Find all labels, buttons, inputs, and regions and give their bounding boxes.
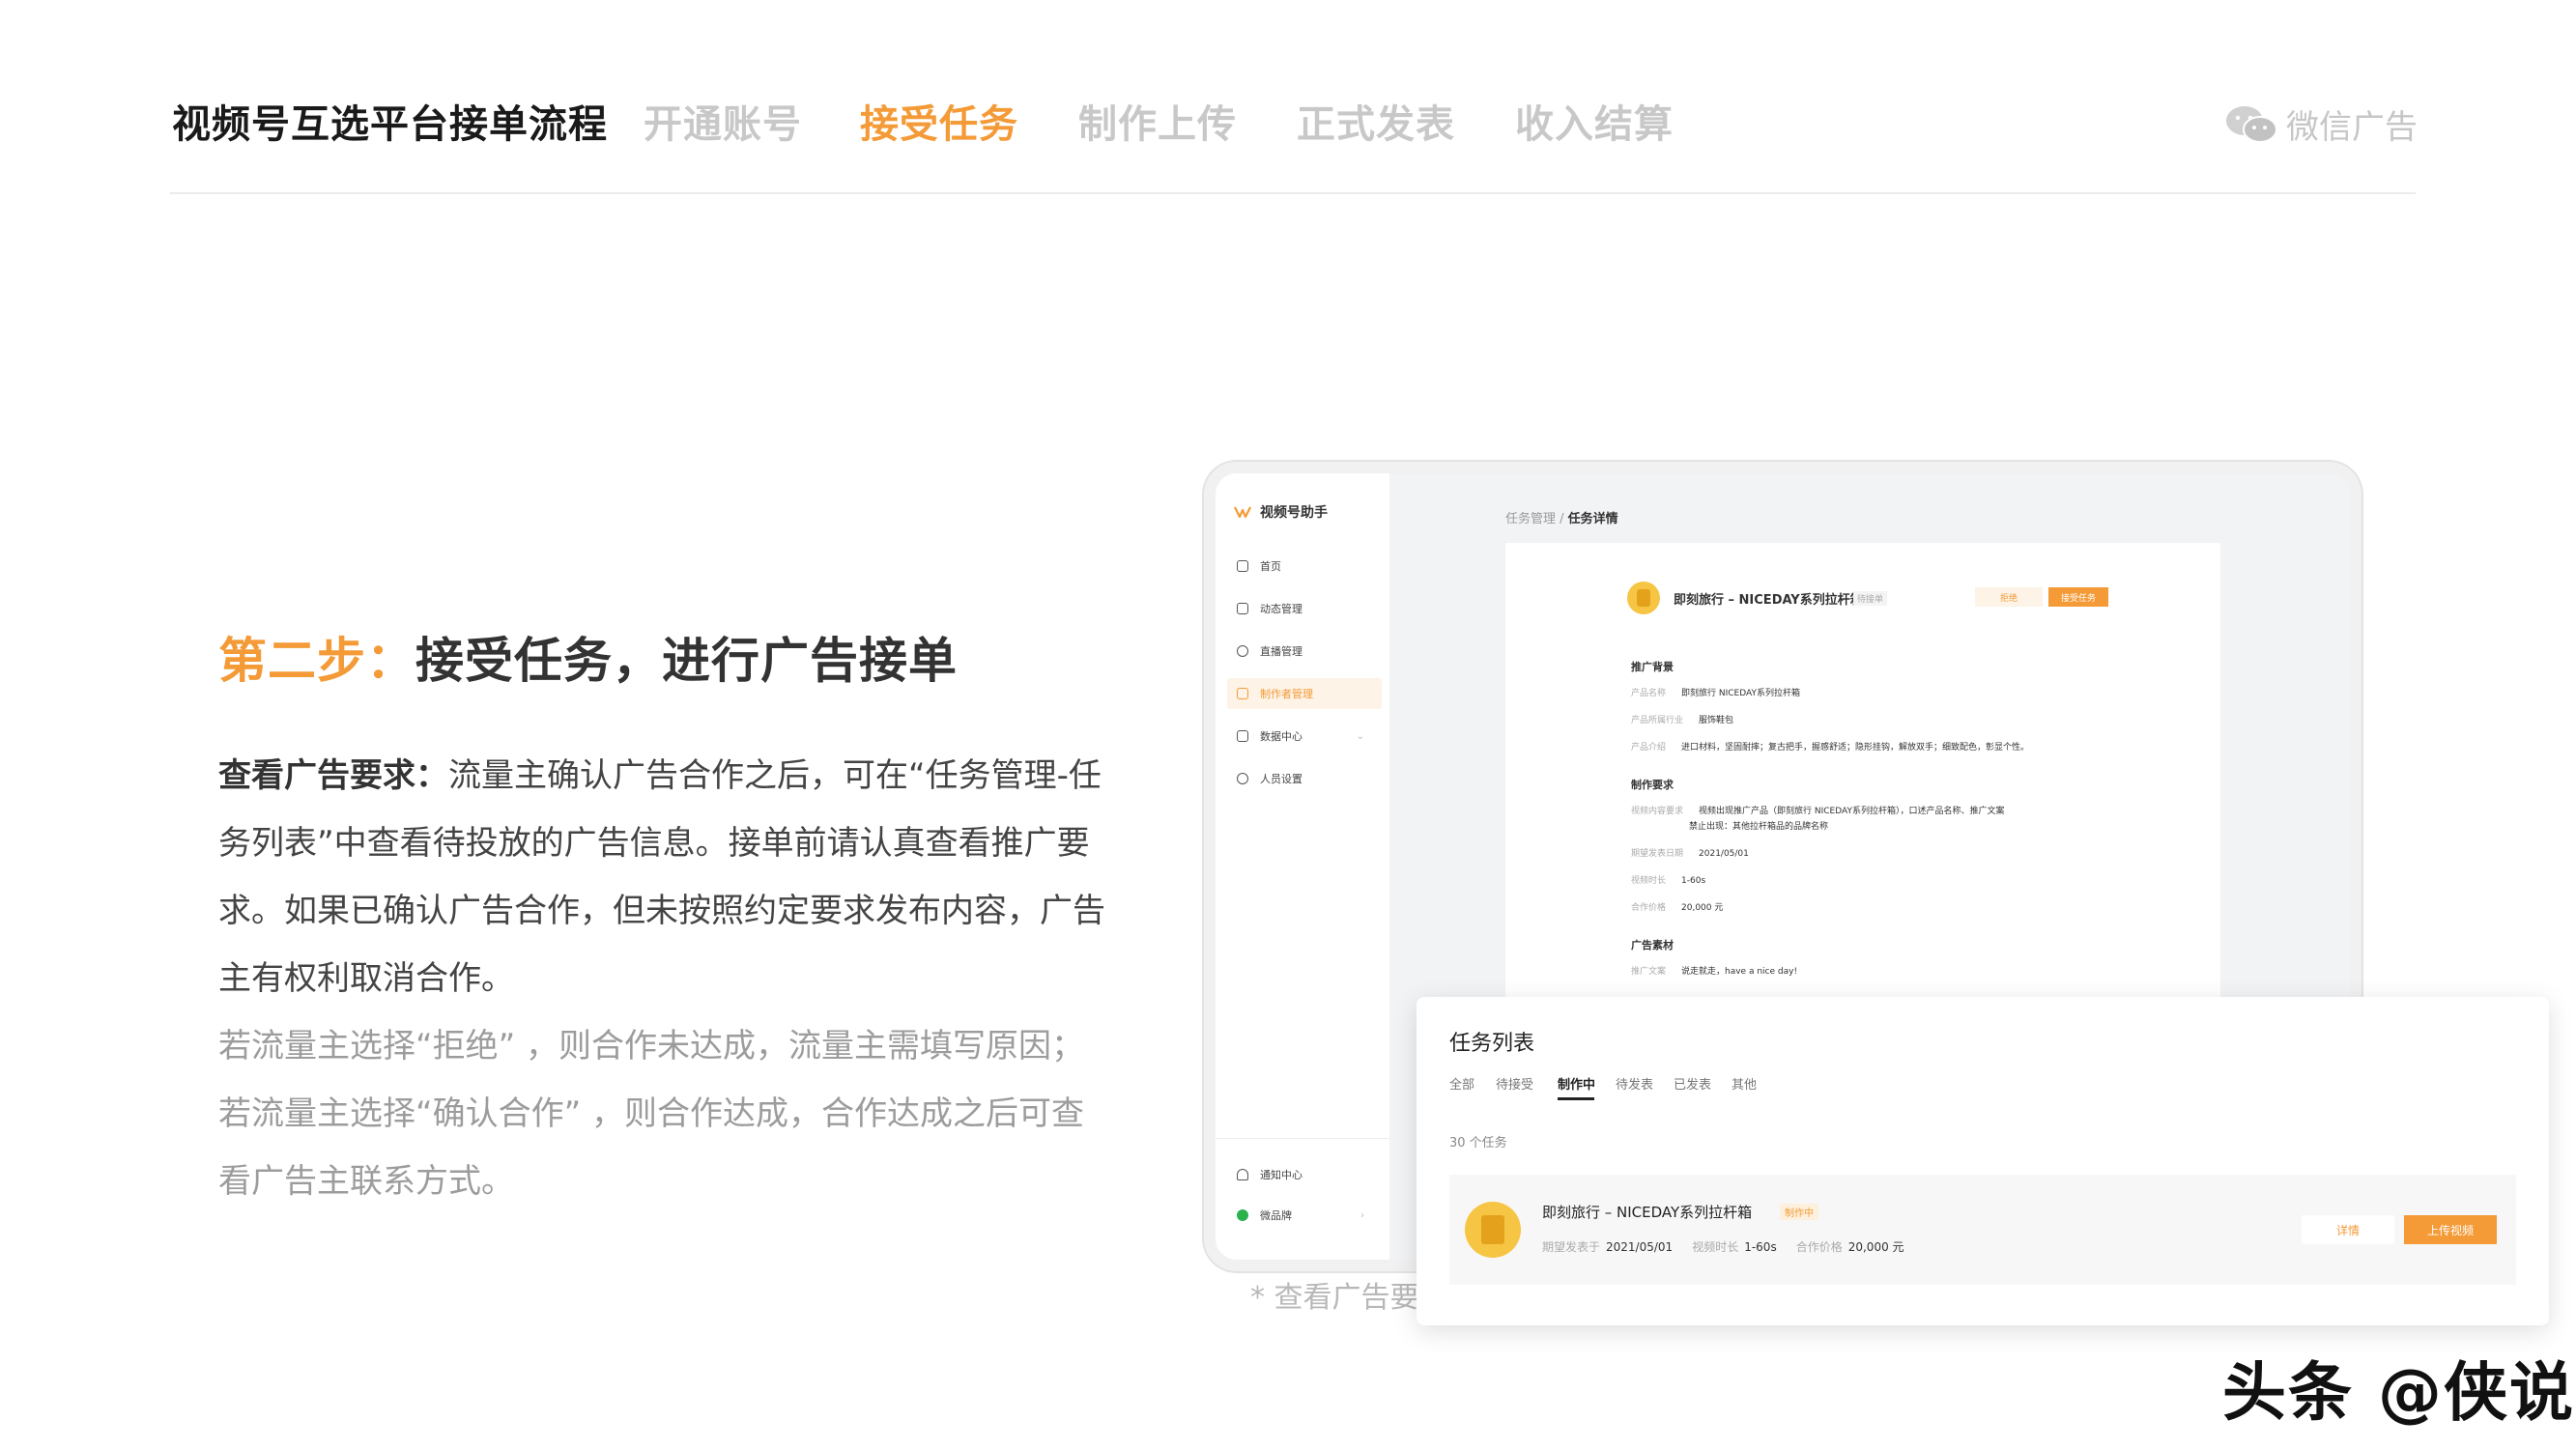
tab-published[interactable]: 已发表 (1674, 1074, 1711, 1093)
sidebar-item-posts[interactable]: 动态管理 (1237, 593, 1382, 624)
breadcrumb-current: 任务详情 (1567, 512, 1618, 526)
detail-row: 推广文案 说走就走，have a nice day! (1631, 967, 1798, 977)
sidebar-item-data[interactable]: 数据中心 ⌄ (1237, 721, 1382, 752)
brand-name: 微信广告 (2286, 108, 2418, 147)
tab-to-publish[interactable]: 待发表 (1616, 1074, 1653, 1093)
tab-other[interactable]: 其他 (1732, 1074, 1757, 1093)
section-title-materials: 广告素材 (1631, 939, 1674, 952)
detail-row: 视频内容要求 视频出现推广产品（即刻旅行 NICEDAY系列拉杆箱），口述产品名称… (1631, 807, 2005, 816)
task-list-title: 任务列表 (1449, 1032, 1535, 1056)
wechat-icon (2226, 105, 2277, 143)
active-tab-indicator (1558, 1097, 1594, 1100)
chart-icon (1237, 730, 1248, 742)
suitcase-icon (1465, 1202, 1521, 1258)
accept-task-button[interactable]: 接受任务 (2048, 587, 2108, 607)
step-title: 接受任务，进行广告接单 (415, 633, 958, 689)
sidebar-item-live[interactable]: 直播管理 (1237, 636, 1382, 667)
step-description: 查看广告要求：流量主确认广告合作之后，可在“任务管理-任务列表”中查看待投放的广… (218, 742, 1111, 1215)
sidebar-divider (1216, 1138, 1389, 1139)
page-title: 视频号互选平台接单流程 (172, 102, 608, 147)
sidebar-item-label: 通知中心 (1260, 1169, 1302, 1181)
chevron-down-icon: ⌄ (1356, 730, 1364, 742)
user-icon (1237, 773, 1248, 784)
detail-row: 产品介绍 进口材料，坚固耐摔；复古把手，握感舒适；隐形挂钩，解放双手；细致配色，彰… (1631, 743, 2030, 753)
detail-row: 产品名称 即刻旅行 NICEDAY系列拉杆箱 (1631, 689, 1800, 698)
sidebar-item-label: 直播管理 (1260, 645, 1302, 658)
nav-step-publish[interactable]: 正式发表 (1297, 93, 1455, 149)
status-badge: 待接单 (1853, 591, 1888, 606)
sidebar-item-label: 动态管理 (1260, 603, 1302, 615)
nav-step-open-account[interactable]: 开通账号 (644, 93, 802, 149)
detail-title: 即刻旅行 – NICEDAY系列拉杆箱 (1674, 593, 1863, 608)
camera-icon (1237, 603, 1248, 614)
desc-label: 查看广告要求： (218, 756, 448, 795)
detail-row: 期望发表日期 2021/05/01 (1631, 849, 1749, 859)
home-icon (1237, 560, 1248, 572)
sidebar-item-home[interactable]: 首页 (1237, 551, 1382, 582)
detail-row: 视频时长 1-60s (1631, 876, 1706, 886)
nav-step-settlement[interactable]: 收入结算 (1515, 93, 1674, 149)
chevron-right-icon: › (1360, 1209, 1364, 1221)
brand-icon (1237, 1209, 1248, 1221)
breadcrumb-parent[interactable]: 任务管理 / (1505, 512, 1564, 526)
wechat-ads-logo: 微信广告 (2224, 100, 2418, 148)
nav-divider (170, 192, 2416, 194)
upload-video-button[interactable]: 上传视频 (2404, 1215, 2497, 1244)
sidebar-item-label: 人员设置 (1260, 773, 1302, 785)
sidebar-item-label: 制作者管理 (1260, 688, 1313, 700)
task-row-meta: 期望发表于 2021/05/01 视频时长 1-60s 合作价格 20,000 元 (1542, 1240, 1904, 1254)
sidebar-item-members[interactable]: 人员设置 (1237, 763, 1382, 794)
section-title-requirements: 制作要求 (1631, 779, 1674, 791)
detail-row: 禁止出现：其他拉杆箱品的品牌名称 (1689, 822, 1829, 832)
note-confirm: 若流量主选择“确认合作” ，则合作达成，合作达成之后可查看广告主联系方式。 (218, 1094, 1085, 1201)
task-row[interactable]: 即刻旅行 – NICEDAY系列拉杆箱 制作中 期望发表于 2021/05/01 视… (1449, 1175, 2516, 1285)
note-reject: 若流量主选择“拒绝” ，则合作未达成，流量主需填写原因； (218, 1027, 1085, 1065)
step-number: 第二步： (218, 633, 415, 689)
task-row-title: 即刻旅行 – NICEDAY系列拉杆箱 (1542, 1204, 1753, 1221)
detail-row: 产品所属行业 服饰鞋包 (1631, 716, 1734, 725)
live-icon (1237, 645, 1248, 657)
app-name: 视频号助手 (1260, 505, 1328, 521)
nav-step-produce-upload[interactable]: 制作上传 (1078, 93, 1237, 149)
tab-pending[interactable]: 待接受 (1496, 1074, 1533, 1093)
creator-icon (1237, 688, 1248, 699)
sidebar-item-notifications[interactable]: 通知中心 (1237, 1159, 1382, 1190)
tab-in-production[interactable]: 制作中 (1558, 1074, 1595, 1093)
tab-all[interactable]: 全部 (1449, 1074, 1474, 1093)
details-button[interactable]: 详情 (2302, 1215, 2394, 1244)
sidebar-item-label: 首页 (1260, 560, 1281, 573)
sidebar-item-creator[interactable]: 制作者管理 (1227, 678, 1382, 709)
sidebar-item-label: 数据中心 (1260, 730, 1302, 743)
bell-icon (1237, 1169, 1248, 1180)
detail-row: 合作价格 20,000 元 (1631, 903, 1724, 913)
watermark: 头条 @侠说 (2222, 1355, 2575, 1430)
sidebar-item-brand[interactable]: 微品牌 › (1237, 1200, 1382, 1231)
reject-button[interactable]: 拒绝 (1975, 587, 2043, 607)
section-title-background: 推广背景 (1631, 661, 1674, 673)
channels-logo-icon (1234, 506, 1251, 519)
suitcase-icon (1627, 582, 1660, 614)
task-list-card: 任务列表 全部 待接受 制作中 待发表 已发表 其他 30 个任务 即刻旅行 –… (1417, 997, 2549, 1325)
nav-step-accept-task[interactable]: 接受任务 (860, 93, 1018, 149)
app-sidebar: 视频号助手 首页 动态管理 直播管理 制作者管理 数据中心 ⌄ 人员设置 通知中心… (1216, 473, 1389, 1260)
status-badge: 制作中 (1780, 1204, 1818, 1220)
task-count: 30 个任务 (1449, 1136, 1507, 1151)
breadcrumb: 任务管理 / 任务详情 (1505, 508, 1618, 526)
sidebar-item-label: 微品牌 (1260, 1209, 1292, 1222)
app-brand: 视频号助手 (1233, 502, 1328, 522)
step-heading: 第二步：接受任务，进行广告接单 (218, 622, 958, 692)
